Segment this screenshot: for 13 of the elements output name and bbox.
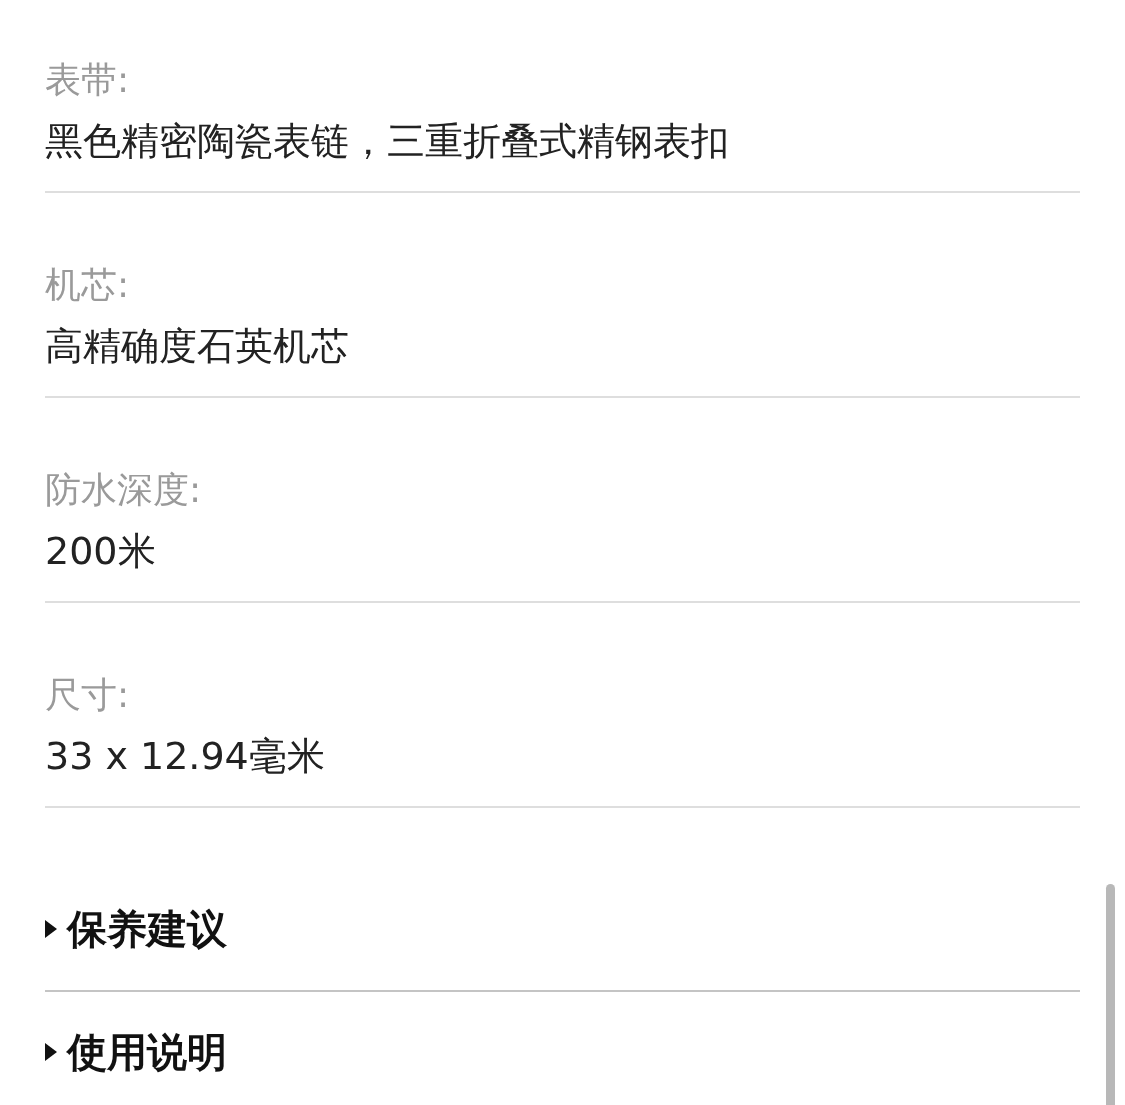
spec-label: 尺寸: — [45, 673, 131, 717]
spec-value: 高精确度石英机芯 — [45, 323, 350, 370]
section-toggle[interactable]: 保养建议 — [45, 899, 227, 959]
caret-icon — [45, 920, 57, 938]
spec-value: 黑色精密陶瓷表链，三重折叠式精钢表扣 — [45, 118, 730, 165]
scrollbar[interactable] — [1106, 884, 1115, 1105]
spec-value: 33 x 12.94毫米 — [45, 733, 326, 780]
spec-label: 机芯: — [45, 263, 131, 307]
spec-label: 表带: — [45, 58, 131, 102]
caret-icon — [45, 1043, 57, 1061]
spec-label: 防水深度: — [45, 468, 203, 512]
section-toggle[interactable]: 使用说明 — [45, 1022, 227, 1082]
spec-value: 200米 — [45, 528, 157, 575]
